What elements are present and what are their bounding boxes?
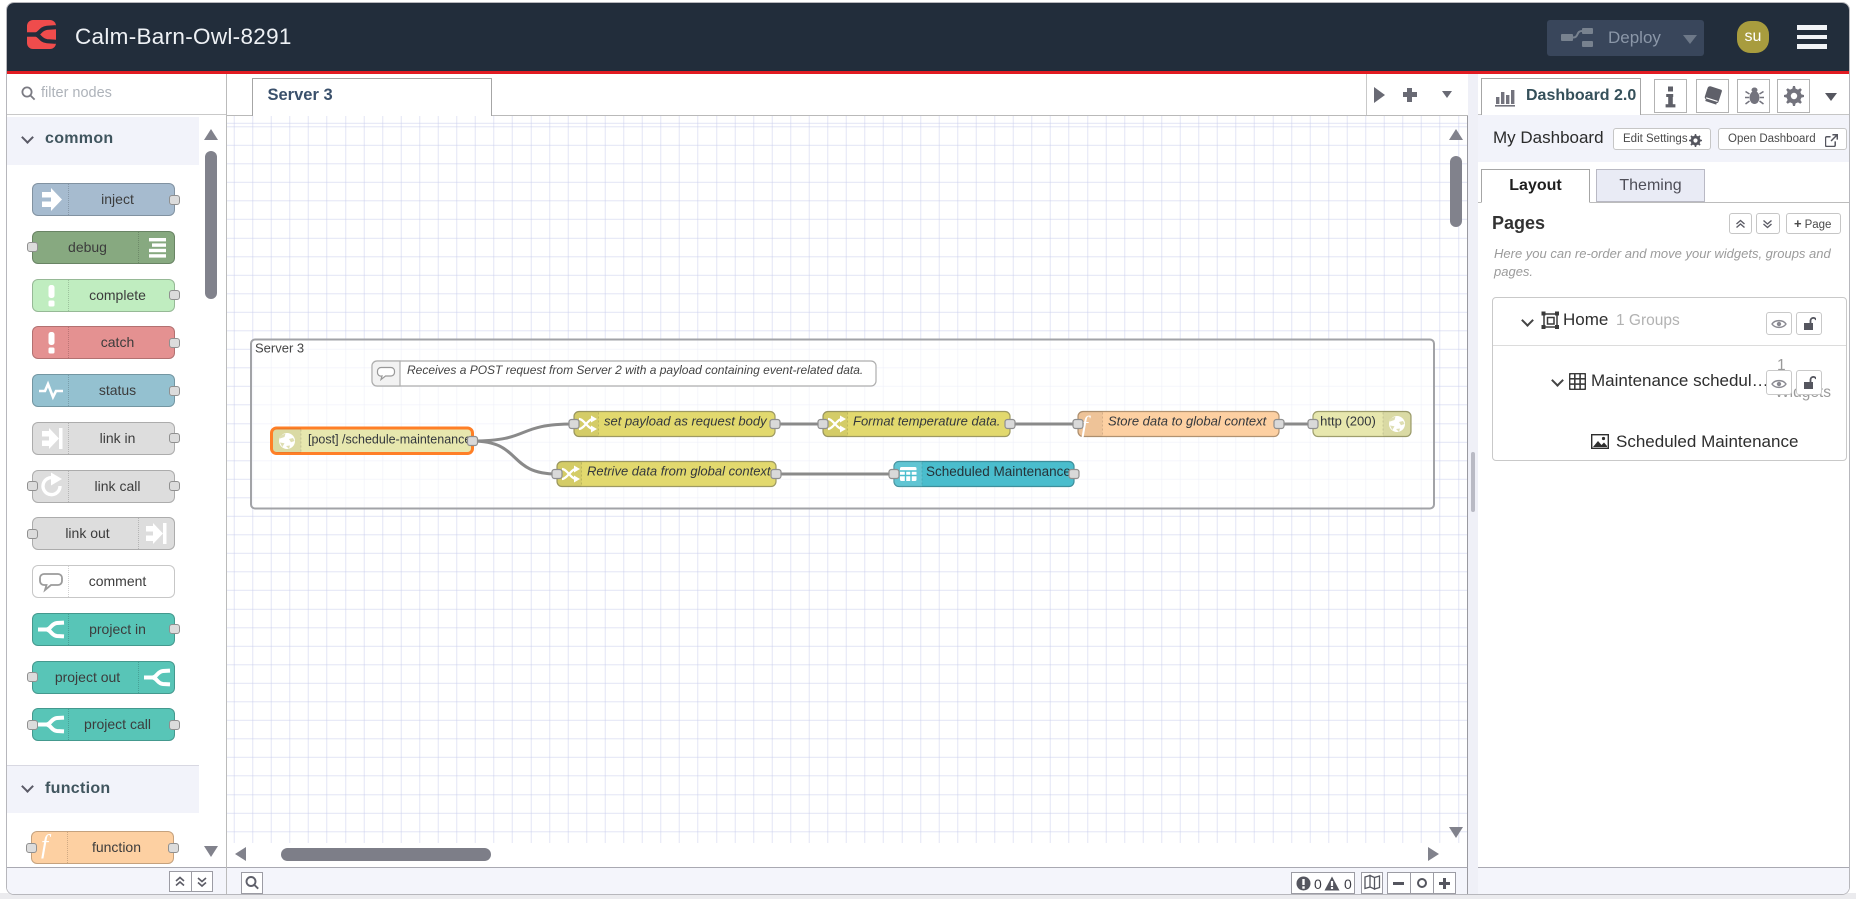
- svg-text:Server 3: Server 3: [255, 340, 304, 355]
- svg-text:set payload as request body: set payload as request body: [604, 413, 768, 428]
- svg-text:Scheduled Maintenance: Scheduled Maintenance: [926, 464, 1071, 479]
- svg-text:Retrive data from global conte: Retrive data from global context: [587, 463, 772, 478]
- svg-text:Format temperature data.: Format temperature data.: [853, 413, 1000, 428]
- svg-text:[post] /schedule-maintenance: [post] /schedule-maintenance: [308, 432, 471, 446]
- svg-text:Store data to global context: Store data to global context: [1108, 413, 1268, 428]
- svg-text:Receives a POST request from S: Receives a POST request from Server 2 wi…: [407, 363, 863, 377]
- svg-text:http (200): http (200): [1320, 413, 1376, 428]
